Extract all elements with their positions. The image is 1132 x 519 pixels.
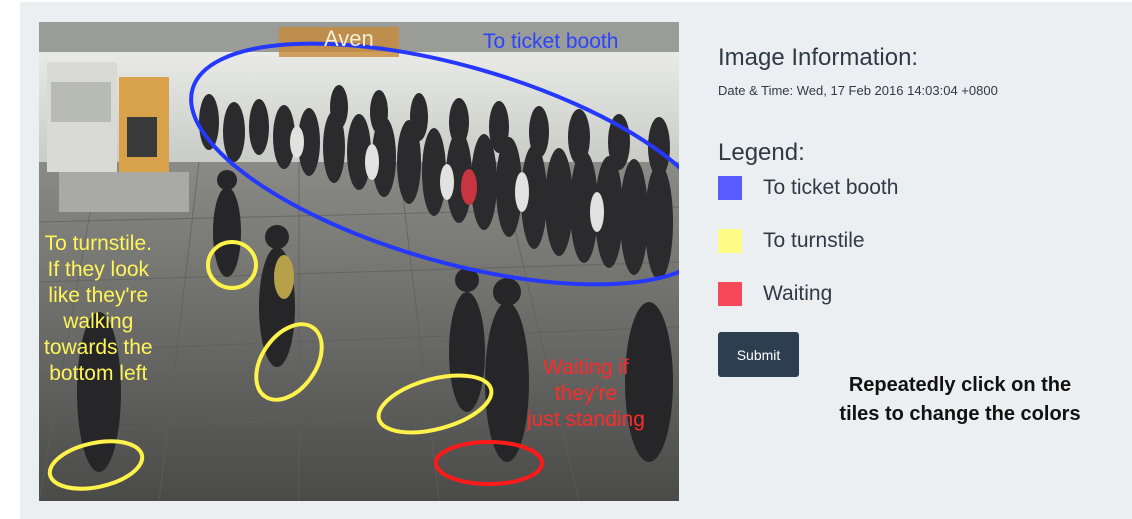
turnstile-ellipse-2 [254,322,324,402]
annotation-ticket-booth: To ticket booth [483,30,619,53]
waiting-ellipse [434,440,544,486]
image-datetime: Date & Time: Wed, 17 Feb 2016 14:03:04 +… [718,83,998,98]
sign-text: Aven [324,26,374,51]
legend-label-turnstile: To turnstile [763,229,865,252]
instruction-text: Repeatedly click on the tiles to change … [839,374,1081,425]
annotation-waiting: Waiting if they're just standing [527,356,645,431]
annotation-turnstile: To turnstile. If they look like they're … [44,232,153,385]
submit-button[interactable]: Submit [718,332,799,377]
legend-swatch-waiting [718,282,742,306]
legend-label-ticket-booth: To ticket booth [763,176,899,199]
legend-label-waiting: Waiting [763,282,833,305]
turnstile-ellipse-1 [206,240,258,290]
legend-swatch-ticket-booth [718,176,742,200]
legend-title: Legend: [718,139,805,166]
turnstile-ellipse-3 [376,373,494,435]
turnstile-ellipse-4 [47,439,145,491]
image-info-title: Image Information: [718,44,919,71]
legend-swatch-turnstile [718,229,742,253]
